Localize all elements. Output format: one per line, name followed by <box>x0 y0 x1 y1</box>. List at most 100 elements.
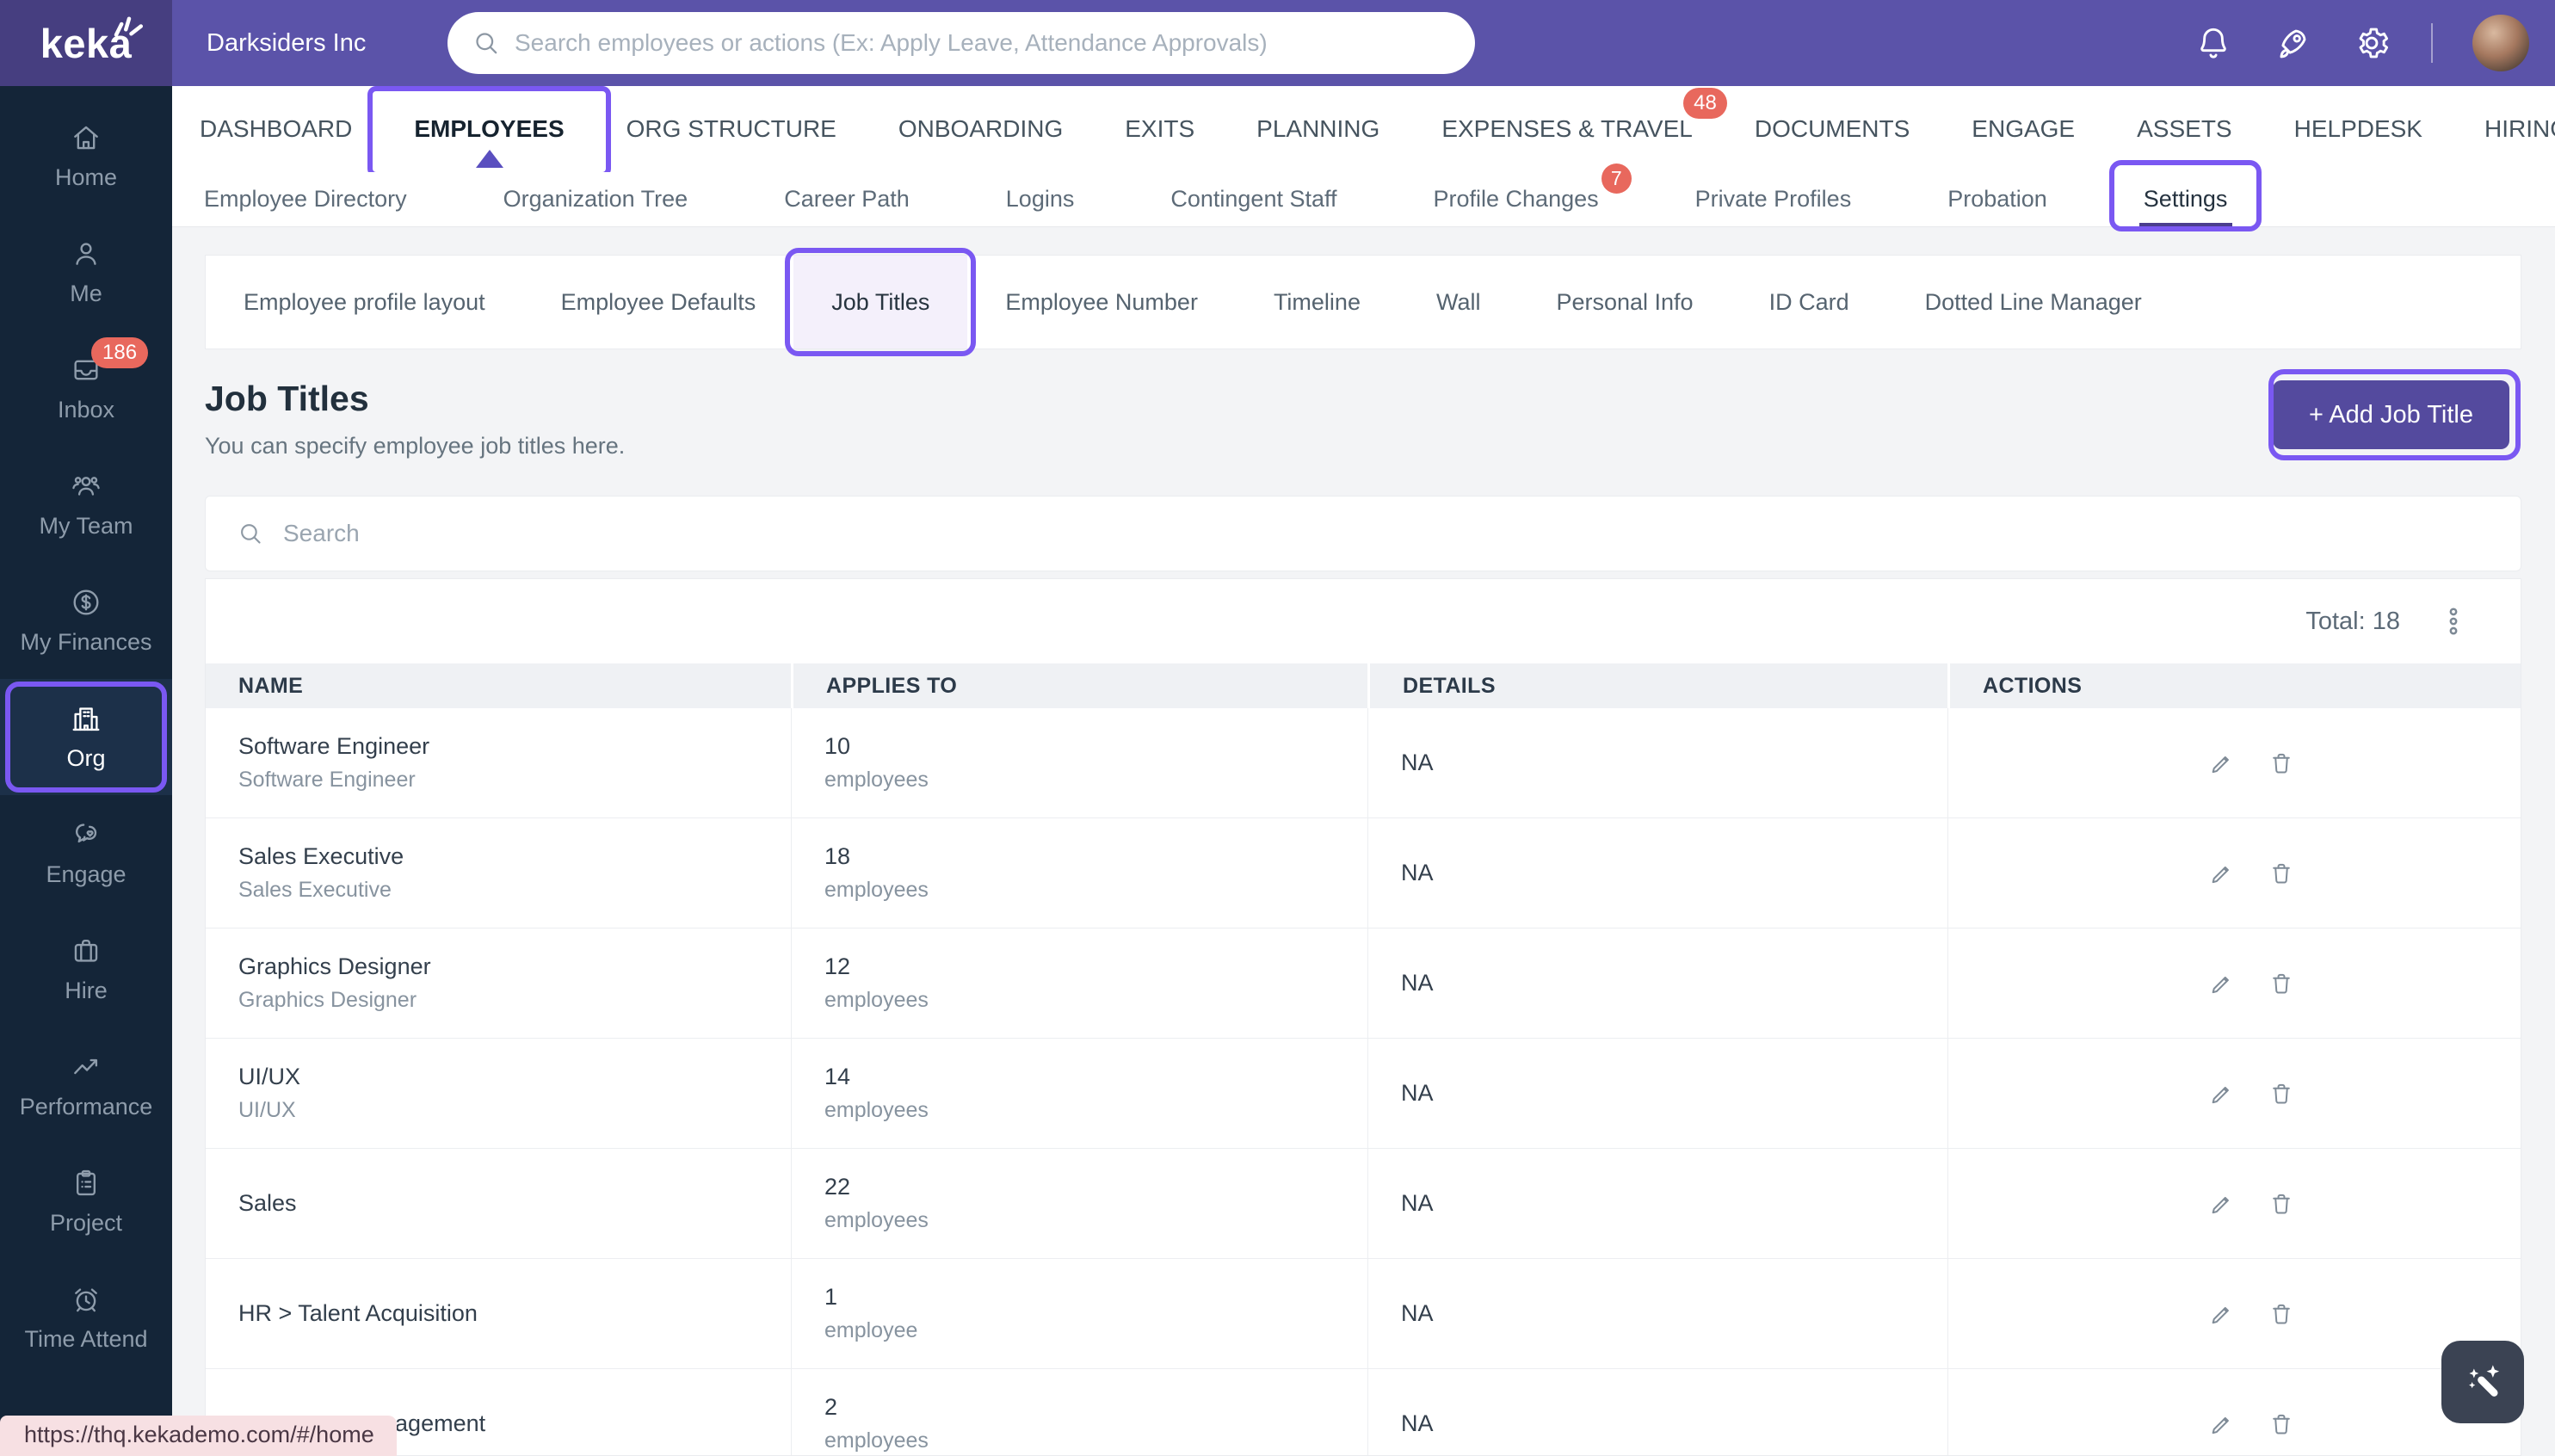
employee-count: 22 <box>824 1174 851 1200</box>
settings-gear-icon[interactable] <box>2352 23 2391 63</box>
team-icon <box>72 477 100 496</box>
tab-timeline[interactable]: Timeline <box>1236 256 1398 349</box>
nav-item-org-structure[interactable]: ORG STRUCTURE <box>596 115 867 143</box>
list-search-input[interactable] <box>283 520 2490 547</box>
sidebar-item-engage[interactable]: Engage <box>0 795 172 911</box>
subnav-item-employee-directory[interactable]: Employee Directory <box>172 186 455 213</box>
hire-icon <box>74 939 98 962</box>
edit-button[interactable] <box>2207 1410 2235 1438</box>
sidebar-item-time-attend[interactable]: Time Attend <box>0 1260 172 1376</box>
subnav-item-career-path[interactable]: Career Path <box>736 186 958 213</box>
job-titles-table: Total: 18 NAME APPLIES TO DETAILS ACTIONS S… <box>205 578 2521 1456</box>
nav-item-employees[interactable]: EMPLOYEES <box>367 86 611 177</box>
subnav: Employee Directory Organization Tree Caree… <box>172 160 2555 231</box>
sidebar-item-org[interactable]: Org <box>0 679 172 795</box>
cell-actions <box>1947 708 2521 817</box>
tab-employee-number[interactable]: Employee Number <box>967 256 1236 349</box>
cell-name: Sales <box>206 1149 791 1258</box>
nav-item-documents[interactable]: DOCUMENTS <box>1724 115 1941 143</box>
delete-button[interactable] <box>2268 1080 2295 1107</box>
cell-name: HR > Talent Acquisition <box>206 1259 791 1368</box>
sidebar-item-project[interactable]: Project <box>0 1144 172 1260</box>
subnav-item-contingent-staff[interactable]: Contingent Staff <box>1122 186 1385 213</box>
edit-button[interactable] <box>2207 1300 2235 1328</box>
subnav-item-label: Settings <box>2143 186 2228 212</box>
nav-item-exits[interactable]: EXITS <box>1094 115 1225 143</box>
delete-button[interactable] <box>2268 1190 2295 1218</box>
cell-applies-to: 22 employees <box>791 1149 1367 1258</box>
edit-button[interactable] <box>2207 860 2235 887</box>
active-underline <box>2138 223 2232 229</box>
sidebar-item-hire[interactable]: Hire <box>0 911 172 1027</box>
nav-item-engage[interactable]: ENGAGE <box>1941 115 2106 143</box>
cell-details: NA <box>1367 818 1947 928</box>
subnav-item-settings[interactable]: Settings <box>2095 160 2276 231</box>
employee-count-unit: employees <box>824 768 929 792</box>
edit-button[interactable] <box>2207 750 2235 777</box>
nav-item-onboarding[interactable]: ONBOARDING <box>867 115 1094 143</box>
tab-label: Employee profile layout <box>244 288 485 315</box>
page-subtitle: You can specify employee job titles here… <box>205 433 626 459</box>
nav-item-label: ASSETS <box>2137 115 2232 142</box>
subnav-item-probation[interactable]: Probation <box>1899 186 2095 213</box>
sidebar-item-my-team[interactable]: My Team <box>0 447 172 563</box>
nav-item-label: EXPENSES & TRAVEL <box>1441 115 1693 142</box>
sidebar-item-my-finances[interactable]: My Finances <box>0 563 172 679</box>
tab-personal-info[interactable]: Personal Info <box>1518 256 1731 349</box>
tab-employee-defaults[interactable]: Employee Defaults <box>523 256 794 349</box>
cell-actions <box>1947 1259 2521 1368</box>
nav-item-helpdesk[interactable]: HELPDESK <box>2263 115 2453 143</box>
employee-count-unit: employees <box>824 1428 929 1453</box>
subnav-item-organization-tree[interactable]: Organization Tree <box>455 186 737 213</box>
delete-button[interactable] <box>2268 970 2295 997</box>
subnav-item-logins[interactable]: Logins <box>958 186 1123 213</box>
delete-button[interactable] <box>2268 750 2295 777</box>
tab-job-titles[interactable]: Job Titles <box>785 248 977 356</box>
notifications-bell-icon[interactable] <box>2194 23 2233 63</box>
list-search[interactable] <box>205 496 2521 571</box>
delete-button[interactable] <box>2268 860 2295 887</box>
edit-button[interactable] <box>2207 970 2235 997</box>
table-toolbar: Total: 18 <box>206 579 2521 663</box>
employee-count: 1 <box>824 1284 838 1310</box>
sidebar-item-inbox[interactable]: Inbox 186 <box>0 330 172 447</box>
subnav-item-private-profiles[interactable]: Private Profiles <box>1647 186 1900 213</box>
subnav-item-profile-changes[interactable]: Profile Changes 7 <box>1386 163 1647 213</box>
nav-item-hiring[interactable]: HIRING <box>2453 115 2555 143</box>
add-job-title-button[interactable]: + Add Job Title <box>2272 380 2509 449</box>
page-title: Job Titles <box>205 379 369 418</box>
ai-assistant-button[interactable] <box>2441 1341 2524 1423</box>
sidebar-item-performance[interactable]: Performance <box>0 1027 172 1144</box>
column-header-actions: ACTIONS <box>1947 663 2521 708</box>
nav-item-dashboard[interactable]: DASHBOARD <box>172 115 383 143</box>
tab-employee-profile-layout[interactable]: Employee profile layout <box>206 256 523 349</box>
user-avatar[interactable] <box>2472 15 2529 71</box>
kebab-menu-icon[interactable] <box>2438 606 2469 637</box>
sidebar-item-me[interactable]: Me <box>0 214 172 330</box>
edit-button[interactable] <box>2207 1080 2235 1107</box>
tab-wall[interactable]: Wall <box>1398 256 1519 349</box>
global-search[interactable] <box>447 12 1475 74</box>
tab-dotted-line-manager[interactable]: Dotted Line Manager <box>1887 256 2180 349</box>
nav-badge: 48 <box>1683 88 1727 119</box>
table-row: Graphics Designer Graphics Designer 12 empl… <box>206 929 2521 1039</box>
tab-id-card[interactable]: ID Card <box>1731 256 1887 349</box>
job-title-name: UI/UX <box>238 1064 301 1089</box>
table-row: HR > Talent Acquisition 1 employee NA <box>206 1259 2521 1369</box>
keka-logo[interactable]: keka <box>0 0 172 86</box>
sidebar-item-home[interactable]: Home <box>0 98 172 214</box>
delete-button[interactable] <box>2268 1410 2295 1438</box>
nav-item-assets[interactable]: ASSETS <box>2106 115 2262 143</box>
trash-icon <box>2272 863 2290 884</box>
delete-button[interactable] <box>2268 1300 2295 1328</box>
cell-name: Graphics Designer Graphics Designer <box>206 929 791 1038</box>
sidebar-item-label: Project <box>49 1210 123 1236</box>
sidebar-item-label: Inbox <box>57 397 115 423</box>
whats-new-rocket-icon[interactable] <box>2273 23 2312 63</box>
edit-button[interactable] <box>2207 1190 2235 1218</box>
nav-item-expenses-travel[interactable]: EXPENSES & TRAVEL 48 <box>1410 88 1727 143</box>
global-search-input[interactable] <box>515 29 1451 57</box>
job-title-description: Software Engineer <box>238 768 416 792</box>
nav-item-planning[interactable]: PLANNING <box>1225 115 1410 143</box>
trash-icon <box>2272 973 2290 994</box>
